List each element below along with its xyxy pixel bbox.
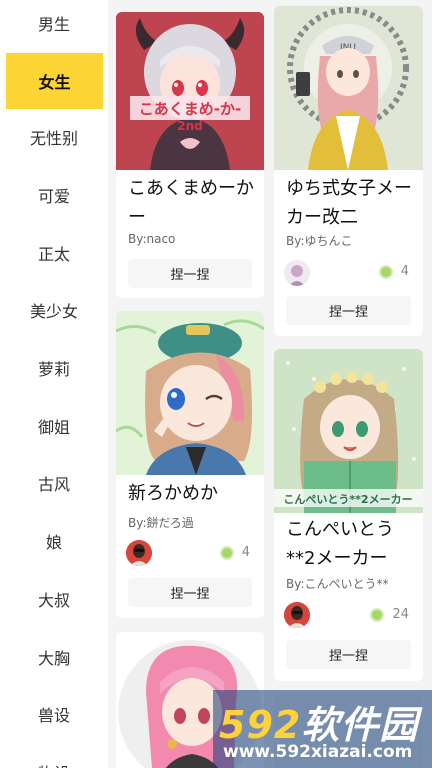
pinch-button[interactable]: 捏一捏 [286, 640, 411, 669]
category-sidebar: 男生 女生 无性别 可爱 正太 美少女 萝莉 御姐 古风 娘 大叔 大胸 兽设 … [0, 0, 108, 768]
watermark-text: 软件园 [301, 703, 419, 747]
sidebar-item-female[interactable]: 女生 [6, 53, 103, 109]
user-avatar[interactable] [126, 540, 152, 566]
sidebar-item-onee[interactable]: 御姐 [0, 398, 108, 454]
maker-card[interactable]: こんぺいとう**2メーカー こんぺいとう**2メーカー By:こんぺいとう** … [274, 349, 423, 681]
sidebar-item-kemono[interactable]: 兽设 [0, 686, 108, 742]
card-thumbnail: こんぺいとう**2メーカー [274, 349, 423, 513]
card-title: こあくまめーかー [128, 178, 254, 228]
like-counter[interactable]: 4 [378, 264, 409, 279]
pinch-button[interactable]: 捏一捏 [128, 578, 252, 607]
maker-card[interactable]: 新ろかめか By:餅だろ過 4 捏一捏 [116, 311, 264, 618]
card-title: ゆち式女子メーカー改二 [286, 178, 412, 228]
like-count: 4 [400, 264, 409, 279]
like-icon [370, 607, 385, 622]
sidebar-item-loli[interactable]: 萝莉 [0, 340, 108, 396]
card-title: 新ろかめか [128, 483, 218, 504]
app-root: 男生 女生 无性别 可爱 正太 美少女 萝莉 御姐 古风 娘 大叔 大胸 兽设 … [0, 0, 432, 768]
card-author: By:こんぺいとう** [286, 577, 389, 591]
sidebar-item-niang[interactable]: 娘 [0, 513, 108, 569]
sidebar-item-bishoujo[interactable]: 美少女 [0, 282, 108, 338]
sidebar-item-uncle[interactable]: 大叔 [0, 571, 108, 627]
like-count: 4 [241, 545, 250, 560]
sidebar-item-male[interactable]: 男生 [0, 0, 108, 51]
maker-card[interactable]: こあくまめ-か- 2nd こあくまめーかー By:naco 捏一捏 [116, 12, 264, 298]
like-counter[interactable]: 4 [219, 545, 250, 560]
sidebar-item-object[interactable]: 物设 [0, 744, 108, 768]
card-thumbnail [116, 311, 264, 475]
like-icon [219, 545, 234, 560]
thumbnail-title-text: こんぺいとう**2メーカー [283, 493, 412, 506]
avatar-image [284, 260, 310, 286]
card-title: こんぺいとう**2メーカー [286, 519, 394, 569]
sidebar-item-cute[interactable]: 可爱 [0, 167, 108, 223]
card-thumbnail: INU [274, 6, 423, 170]
user-avatar[interactable] [284, 260, 310, 286]
sidebar-item-genderless[interactable]: 无性别 [0, 109, 108, 165]
thumbnail-title-text: こあくまめ-か- [139, 100, 241, 118]
watermark-number: 592 [219, 703, 302, 747]
user-avatar[interactable] [284, 602, 310, 628]
card-author: By:餅だろ過 [128, 516, 194, 530]
avatar-image [126, 540, 152, 566]
pinch-button[interactable]: 捏一捏 [128, 259, 252, 288]
pinch-button[interactable]: 捏一捏 [286, 296, 411, 325]
like-icon [378, 264, 393, 279]
avatar-image [284, 602, 310, 628]
like-counter[interactable]: 24 [370, 607, 409, 622]
sidebar-item-busty[interactable]: 大胸 [0, 629, 108, 685]
card-thumbnail: こあくまめ-か- 2nd [116, 12, 264, 170]
sidebar-item-ancient[interactable]: 古风 [0, 455, 108, 511]
like-count: 24 [392, 607, 409, 622]
card-author: By:ゆちんこ [286, 234, 353, 248]
sidebar-item-shota[interactable]: 正太 [0, 225, 108, 281]
thumbnail-subtitle-text: 2nd [177, 119, 202, 133]
watermark-brand: 592软件园 [219, 694, 418, 749]
maker-card[interactable]: INU ゆち式女子メーカー改二 By:ゆちんこ 4 捏一捏 [274, 6, 423, 336]
site-watermark: 592软件园 www.592xiazai.com [213, 690, 432, 768]
watermark-url: www.592xiazai.com [223, 742, 413, 762]
card-author: By:naco [128, 232, 176, 246]
